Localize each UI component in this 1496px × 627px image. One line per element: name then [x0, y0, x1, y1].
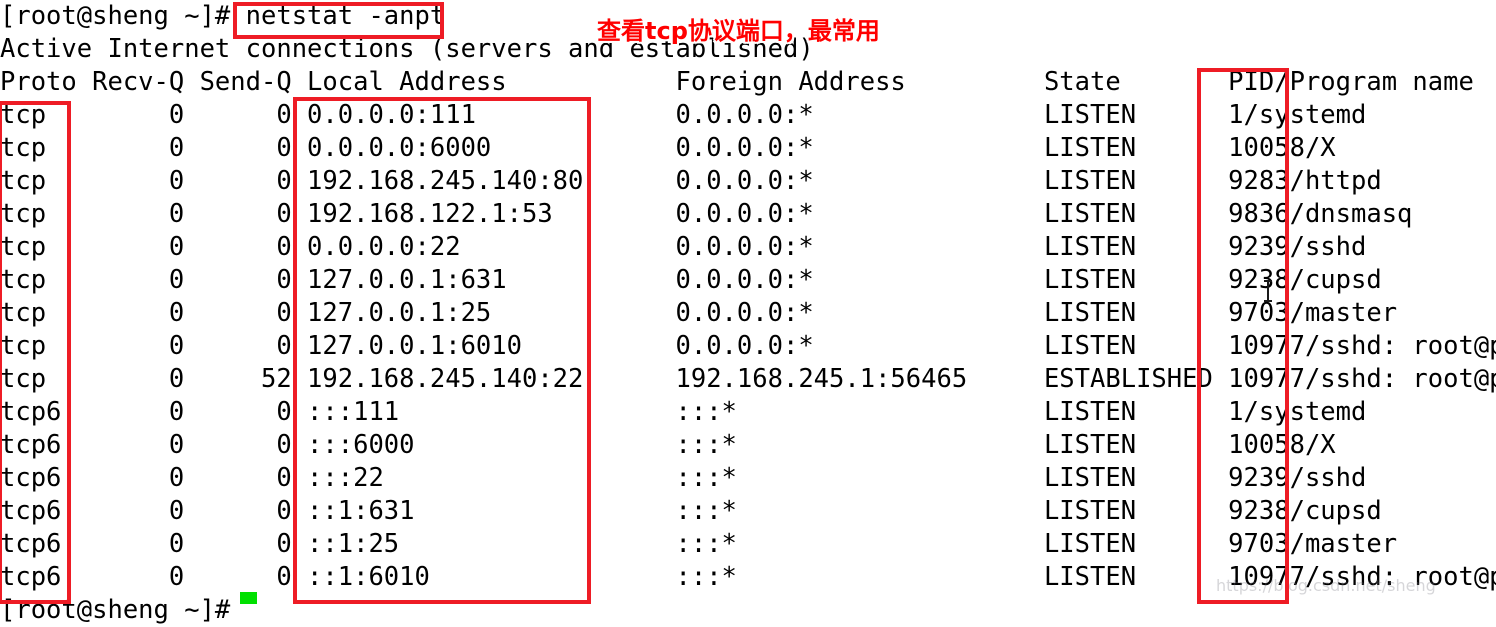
command-text[interactable]: netstat -anpt	[246, 1, 446, 31]
table-row: tcp 0 52 192.168.245.140:22 192.168.245.…	[0, 364, 1496, 394]
prompt-line: [root@sheng ~]# netstat -anpt	[0, 0, 445, 33]
next-prompt-line: [root@sheng ~]#	[0, 595, 246, 625]
table-header: Proto Recv-Q Send-Q Local Address Foreig…	[0, 67, 1474, 97]
table-row: tcp 0 0 192.168.245.140:80 0.0.0.0:* LIS…	[0, 166, 1382, 196]
table-row: tcp6 0 0 ::1:631 :::* LISTEN 9238/cupsd	[0, 496, 1382, 526]
table-row: tcp 0 0 0.0.0.0:6000 0.0.0.0:* LISTEN 10…	[0, 133, 1336, 163]
table-row: tcp 0 0 127.0.0.1:25 0.0.0.0:* LISTEN 97…	[0, 298, 1398, 328]
table-row: tcp 0 0 127.0.0.1:631 0.0.0.0:* LISTEN 9…	[0, 265, 1382, 295]
table-row: tcp6 0 0 ::1:6010 :::* LISTEN 10977/sshd…	[0, 562, 1496, 592]
table-row: tcp6 0 0 :::6000 :::* LISTEN 10058/X	[0, 430, 1336, 460]
table-row: tcp6 0 0 ::1:25 :::* LISTEN 9703/master	[0, 529, 1398, 559]
terminal-window: [root@sheng ~]# netstat -anpt Active Int…	[0, 0, 1496, 625]
annotation-label: 查看tcp协议端口，最常用	[597, 17, 880, 45]
table-row: tcp 0 0 192.168.122.1:53 0.0.0.0:* LISTE…	[0, 199, 1413, 229]
table-row: tcp 0 0 0.0.0.0:22 0.0.0.0:* LISTEN 9239…	[0, 232, 1367, 262]
terminal-cursor	[240, 592, 257, 604]
table-row: tcp 0 0 0.0.0.0:111 0.0.0.0:* LISTEN 1/s…	[0, 100, 1367, 130]
table-row: tcp 0 0 127.0.0.1:6010 0.0.0.0:* LISTEN …	[0, 331, 1496, 361]
shell-prompt: [root@sheng ~]#	[0, 1, 246, 31]
table-row: tcp6 0 0 :::111 :::* LISTEN 1/systemd	[0, 397, 1367, 427]
table-row: tcp6 0 0 :::22 :::* LISTEN 9239/sshd	[0, 463, 1367, 493]
